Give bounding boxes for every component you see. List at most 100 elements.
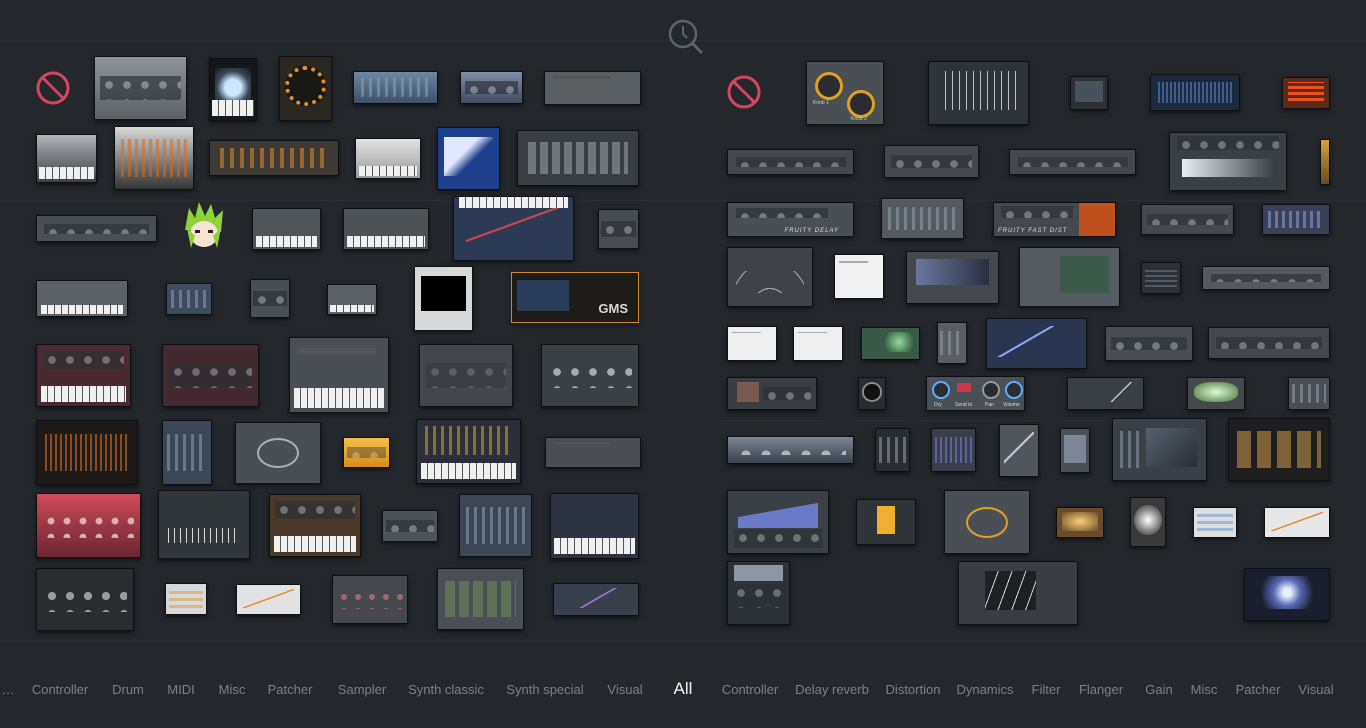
plugin-thumbnail[interactable] [906,251,999,304]
plugin-thumbnail[interactable] [553,583,639,616]
plugin-thumbnail[interactable] [1070,76,1108,110]
plugin-thumbnail[interactable]: FRUITY FAST DIST [993,202,1116,237]
plugin-thumbnail[interactable] [289,337,389,413]
plugin-thumbnail[interactable] [999,424,1039,477]
mascot-icon[interactable] [181,200,227,250]
plugin-thumbnail[interactable] [1067,377,1144,410]
plugin-thumbnail[interactable] [453,196,574,261]
tab-midi[interactable]: MIDI [167,682,194,697]
plugin-thumbnail[interactable] [437,127,500,190]
plugin-thumbnail[interactable] [343,437,390,468]
plugin-thumbnail[interactable] [382,510,438,542]
plugin-thumbnail[interactable] [517,130,639,186]
plugin-thumbnail[interactable] [1262,204,1330,235]
plugin-thumbnail[interactable] [861,327,920,360]
plugin-thumbnail[interactable] [1009,149,1136,175]
plugin-thumbnail[interactable] [162,344,259,407]
tab-filter[interactable]: Filter [1032,682,1061,697]
plugin-thumbnail[interactable] [36,344,131,407]
tab-dynamics[interactable]: Dynamics [956,682,1013,697]
plugin-thumbnail[interactable]: Dry Send to Pan Volume [926,376,1025,411]
plugin-thumbnail[interactable]: Knob 1 Knob 2 [806,61,884,125]
tab-fx-visual[interactable]: Visual [1298,682,1333,697]
tab-fx-patcher[interactable]: Patcher [1236,682,1281,697]
plugin-thumbnail[interactable] [269,494,361,557]
plugin-thumbnail[interactable] [414,266,473,331]
plugin-thumbnail[interactable] [355,138,421,179]
tab-controller[interactable]: Controller [32,682,88,697]
plugin-thumbnail[interactable] [158,490,250,559]
plugin-thumbnail[interactable] [235,422,321,484]
plugin-thumbnail[interactable] [166,283,212,315]
tab-synth-classic[interactable]: Synth classic [408,682,484,697]
plugin-thumbnail[interactable] [1208,327,1330,359]
tab-synth-special[interactable]: Synth special [506,682,583,697]
tab-sampler[interactable]: Sampler [338,682,386,697]
plugin-thumbnail[interactable] [332,575,408,624]
tab-visual[interactable]: Visual [607,682,642,697]
plugin-thumbnail[interactable] [793,326,843,361]
plugin-thumbnail[interactable] [36,215,157,242]
plugin-thumbnail[interactable] [279,56,332,121]
tab-fx-controller[interactable]: Controller [722,682,778,697]
plugin-thumbnail[interactable] [209,58,257,121]
plugin-thumbnail[interactable] [1105,326,1193,361]
plugin-thumbnail[interactable] [1056,507,1104,538]
plugin-thumbnail[interactable] [250,279,290,318]
plugin-thumbnail[interactable] [1169,132,1287,191]
plugin-thumbnail[interactable] [437,568,524,630]
plugin-thumbnail[interactable] [1288,377,1330,410]
tab-distortion[interactable]: Distortion [886,682,941,697]
plugin-thumbnail[interactable] [884,145,979,178]
plugin-thumbnail[interactable] [327,284,377,315]
plugin-thumbnail[interactable] [36,280,128,317]
plugin-thumbnail[interactable] [958,561,1078,625]
plugin-thumbnail[interactable] [36,420,138,485]
plugin-thumbnail[interactable] [1320,139,1330,185]
plugin-thumbnail[interactable] [944,490,1030,554]
plugin-thumbnail[interactable] [343,208,429,250]
plugin-thumbnail[interactable] [1060,428,1090,473]
plugin-thumbnail[interactable] [36,493,141,558]
no-entry-icon[interactable] [36,71,70,105]
plugin-thumbnail[interactable] [834,254,884,299]
plugin-thumbnail[interactable] [94,56,187,120]
tab-misc[interactable]: Misc [219,682,246,697]
tab-drum[interactable]: Drum [112,682,144,697]
plugin-thumbnail[interactable] [541,344,639,407]
plugin-thumbnail[interactable] [598,209,639,249]
plugin-thumbnail[interactable] [1282,77,1330,109]
plugin-thumbnail[interactable] [460,71,523,104]
plugin-thumbnail[interactable] [1112,418,1207,481]
magnifier-icon[interactable] [667,18,705,56]
plugin-thumbnail[interactable] [1019,247,1120,307]
plugin-thumbnail[interactable] [727,377,817,410]
plugin-thumbnail[interactable] [544,71,641,105]
plugin-thumbnail[interactable] [36,568,134,631]
plugin-thumbnail[interactable] [459,494,532,557]
plugin-thumbnail[interactable] [727,561,790,625]
plugin-thumbnail[interactable] [1187,377,1245,410]
plugin-thumbnail[interactable] [114,126,194,190]
plugin-thumbnail[interactable] [1141,262,1181,294]
tab-fx-misc[interactable]: Misc [1191,682,1218,697]
tab-all[interactable]: All [674,679,693,699]
plugin-thumbnail[interactable] [856,499,916,545]
plugin-thumbnail[interactable] [875,428,910,472]
plugin-thumbnail[interactable] [1141,204,1234,235]
plugin-thumbnail[interactable] [1202,266,1330,290]
plugin-thumbnail[interactable] [236,584,301,615]
tab-gain[interactable]: Gain [1145,682,1172,697]
tab-flanger[interactable]: Flanger [1079,682,1123,697]
plugin-thumbnail[interactable] [986,318,1087,369]
plugin-thumbnail[interactable] [727,490,829,554]
plugin-thumbnail[interactable] [931,428,976,472]
plugin-thumbnail[interactable] [727,326,777,361]
plugin-thumbnail[interactable] [727,436,854,464]
plugin-thumbnail[interactable] [165,583,207,615]
plugin-thumbnail[interactable] [162,420,212,485]
plugin-thumbnail[interactable] [727,149,854,175]
plugin-thumbnail[interactable] [209,140,339,176]
plugin-thumbnail[interactable] [252,208,321,250]
plugin-thumbnail[interactable] [937,322,967,364]
